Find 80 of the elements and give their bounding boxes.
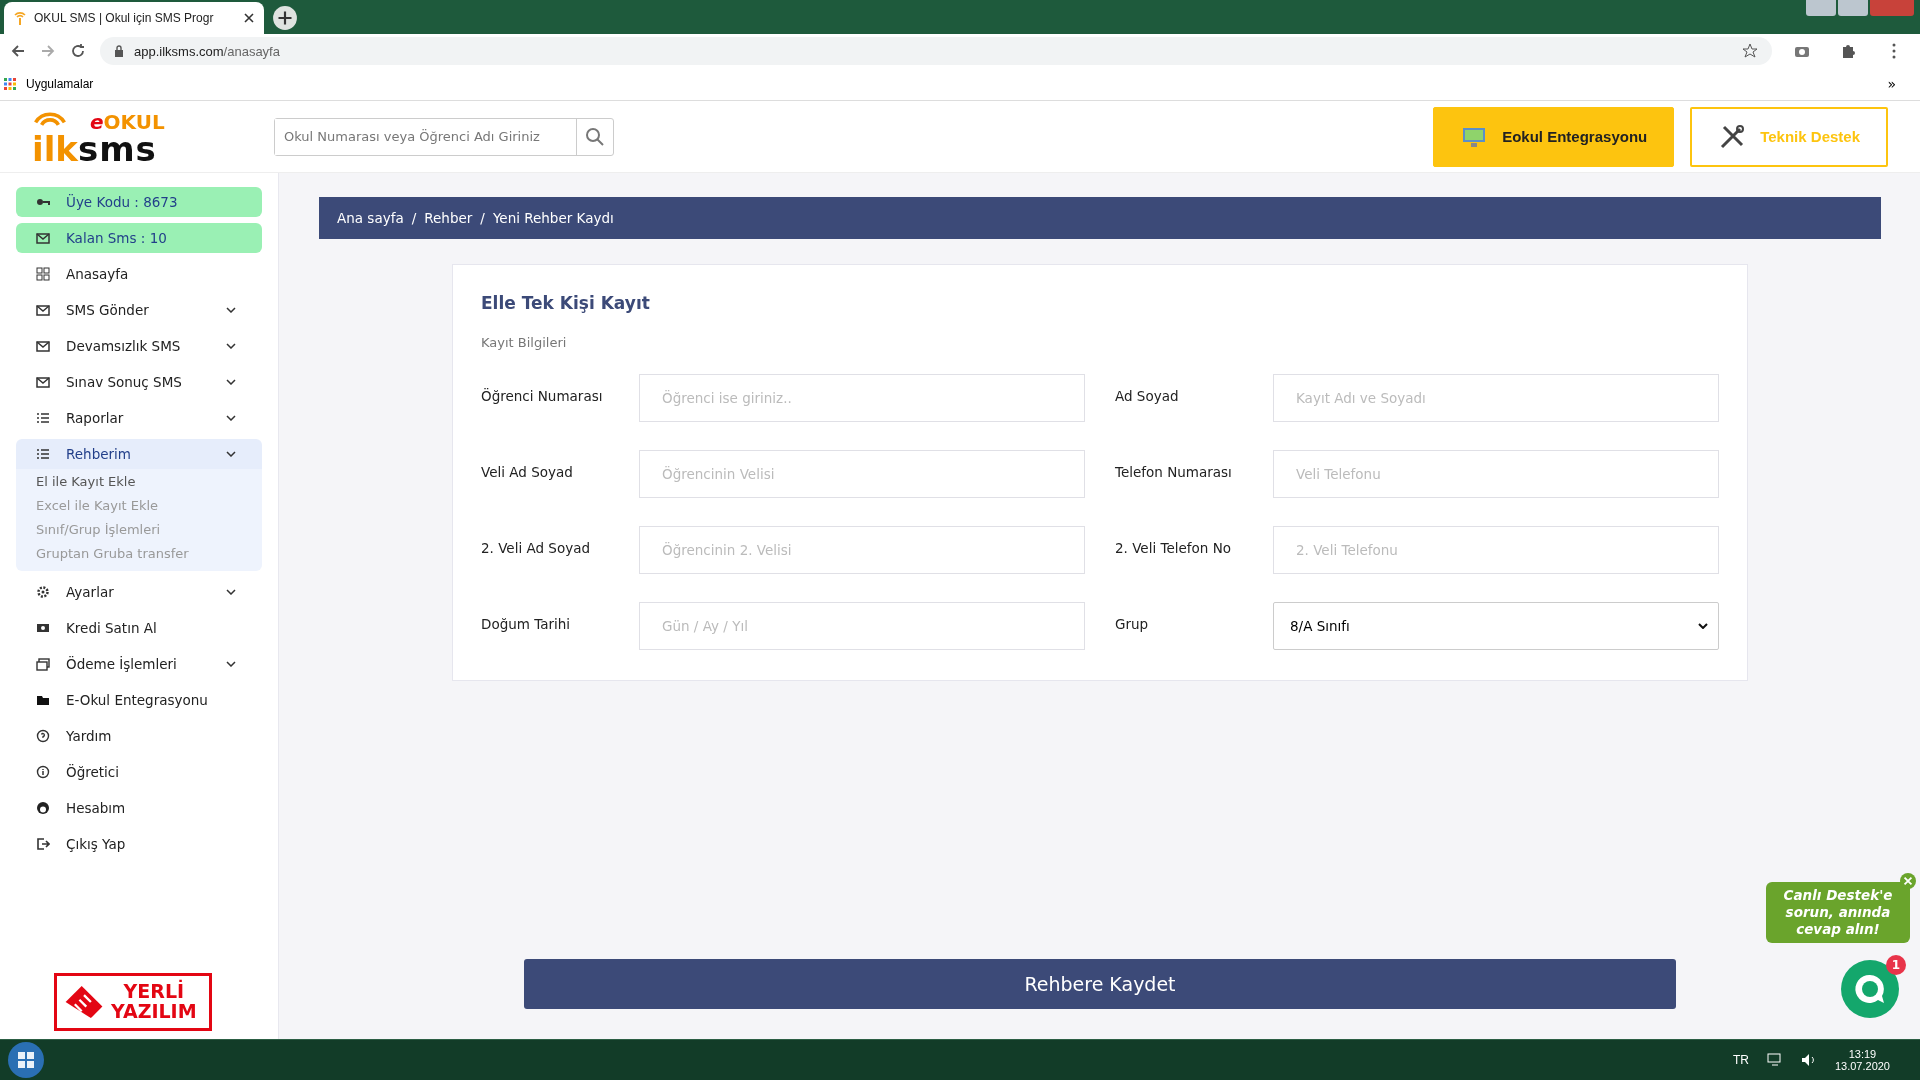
submenu-item[interactable]: El ile Kayıt Ekle bbox=[16, 471, 262, 495]
list-icon bbox=[36, 447, 50, 461]
input-field[interactable]: Öğrencinin Velisi bbox=[639, 450, 1085, 498]
field-label: Öğrenci Numarası bbox=[481, 387, 604, 404]
field-label: Veli Ad Soyad bbox=[481, 463, 574, 480]
list-icon bbox=[36, 411, 50, 425]
chat-icon[interactable] bbox=[1840, 959, 1900, 1019]
info-icon bbox=[36, 765, 50, 779]
sidebar-item[interactable]: Ödeme İşlemleri bbox=[16, 649, 262, 679]
mail-icon bbox=[36, 303, 50, 317]
sidebar-item[interactable]: Kalan Sms : 10 bbox=[16, 223, 262, 253]
sidebar-item[interactable]: Hesabım bbox=[16, 793, 262, 823]
sidebar-item[interactable]: E-Okul Entegrasyonu bbox=[16, 685, 262, 715]
sidebar-item[interactable]: SMS Gönder bbox=[16, 295, 262, 325]
mail-icon bbox=[36, 339, 50, 353]
caret-icon bbox=[1698, 623, 1708, 629]
field-label: Grup bbox=[1115, 615, 1150, 632]
breadcrumb-link[interactable]: Ana sayfa bbox=[337, 210, 404, 226]
folder-icon bbox=[36, 693, 50, 707]
sidebar-item[interactable]: Ayarlar bbox=[16, 577, 262, 607]
field-label: 2. Veli Telefon No bbox=[1115, 539, 1232, 556]
star-icon[interactable] bbox=[1742, 43, 1758, 59]
card-icon bbox=[36, 621, 50, 635]
puzzle-icon[interactable] bbox=[1840, 43, 1856, 59]
breadcrumb-separator: / bbox=[480, 210, 485, 226]
language-indicator[interactable]: TR bbox=[1732, 1053, 1749, 1067]
clock[interactable]: 13:19 13.07.2020 bbox=[1834, 1048, 1890, 1072]
back-icon[interactable] bbox=[10, 43, 26, 59]
sidebar-item[interactable]: Devamsızlık SMS bbox=[16, 331, 262, 361]
input-field[interactable]: 2. Veli Telefonu bbox=[1273, 526, 1719, 574]
yerli-yazilim-logo: YERLİ YAZILIM bbox=[54, 973, 212, 1031]
sidebar-item[interactable]: Kredi Satın Al bbox=[16, 613, 262, 643]
input-field[interactable]: Öğrenci ise giriniz.. bbox=[639, 374, 1085, 422]
apps-grid-icon bbox=[4, 78, 16, 90]
bookmark-item[interactable]: Uygulamalar bbox=[4, 77, 94, 91]
sidebar-item[interactable]: Raporlar bbox=[16, 403, 262, 433]
header-button[interactable]: Eokul Entegrasyonu bbox=[1433, 106, 1675, 167]
tools-icon bbox=[1718, 122, 1747, 151]
select-field[interactable]: 8/A Sınıfı bbox=[1273, 602, 1719, 650]
field-label: Doğum Tarihi bbox=[481, 615, 572, 632]
exit-icon bbox=[36, 837, 50, 851]
sidebar-item[interactable]: Çıkış Yap bbox=[16, 829, 262, 859]
lock-icon bbox=[114, 45, 124, 57]
reload-icon[interactable] bbox=[70, 43, 86, 59]
help-icon bbox=[36, 729, 50, 743]
start-button[interactable] bbox=[6, 1040, 46, 1080]
address-bar[interactable]: app.ilksms.com/anasayfa bbox=[100, 37, 1772, 65]
input-field[interactable]: Veli Telefonu bbox=[1273, 450, 1719, 498]
input-field[interactable]: Kayıt Adı ve Soyadı bbox=[1273, 374, 1719, 422]
gear-icon bbox=[36, 585, 50, 599]
window-controls[interactable] bbox=[1806, 0, 1914, 16]
unread-badge: 1 bbox=[1886, 955, 1906, 975]
mail-icon bbox=[36, 375, 50, 389]
form-subtitle: Kayıt Bilgileri bbox=[481, 335, 568, 350]
sidebar-item[interactable]: Öğretici bbox=[16, 757, 262, 787]
form-title: Elle Tek Kişi Kayıt bbox=[481, 293, 651, 313]
search-icon bbox=[585, 126, 605, 147]
field-label: 2. Veli Ad Soyad bbox=[481, 539, 591, 556]
grid-icon bbox=[36, 267, 50, 281]
browser-tab[interactable]: OKUL SMS | Okul için SMS Progr bbox=[4, 2, 264, 34]
sidebar-item[interactable]: Üye Kodu : 8673 bbox=[16, 187, 262, 217]
wifi-icon bbox=[14, 11, 26, 25]
sidebar-item[interactable]: Sınav Sonuç SMS bbox=[16, 367, 262, 397]
input-field[interactable]: Öğrencinin 2. Velisi bbox=[639, 526, 1085, 574]
close-icon[interactable] bbox=[244, 13, 254, 23]
field-label: Ad Soyad bbox=[1115, 387, 1180, 404]
breadcrumb-link[interactable]: Rehber bbox=[424, 210, 473, 226]
input-field[interactable]: Gün / Ay / Yıl bbox=[639, 602, 1085, 650]
more-bookmarks-button[interactable]: » bbox=[1887, 76, 1896, 92]
breadcrumb-separator: / bbox=[411, 210, 417, 226]
sidebar-item[interactable]: Anasayfa bbox=[16, 259, 262, 289]
sidebar-item[interactable]: Rehberim bbox=[16, 439, 262, 469]
save-button[interactable]: Rehbere Kaydet bbox=[524, 959, 1676, 1009]
mail-icon bbox=[36, 231, 50, 245]
new-tab-icon[interactable] bbox=[272, 5, 298, 31]
field-label: Telefon Numarası bbox=[1115, 463, 1233, 480]
sidebar-item[interactable]: Yardım bbox=[16, 721, 262, 751]
logo[interactable]: ilksms eOKUL bbox=[32, 107, 188, 166]
volume-icon[interactable] bbox=[1800, 1053, 1817, 1067]
search-field[interactable]: Okul Numarası veya Öğrenci Adı Giriniz bbox=[274, 117, 614, 156]
